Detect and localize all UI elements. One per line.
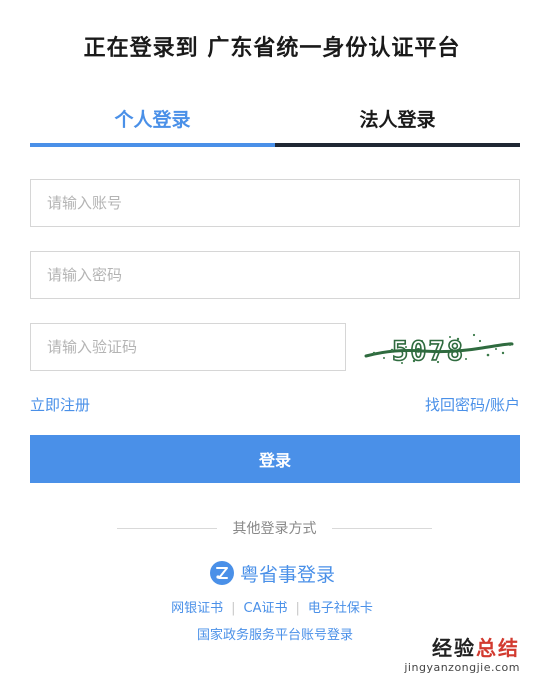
- recover-account-link[interactable]: 找回密码/账户: [425, 394, 520, 415]
- login-button[interactable]: 登录: [30, 435, 520, 483]
- password-input[interactable]: [30, 251, 520, 299]
- tab-personal-login[interactable]: 个人登录: [30, 100, 275, 143]
- active-tab-indicator: [30, 143, 275, 147]
- captcha-image[interactable]: 5078: [362, 323, 520, 371]
- captcha-input[interactable]: [30, 323, 346, 371]
- social-card-login-link[interactable]: 电子社保卡: [308, 601, 373, 616]
- watermark: 经验总结 jingyanzongjie.com: [404, 632, 520, 674]
- account-input[interactable]: [30, 179, 520, 227]
- captcha-text: 5078: [392, 336, 465, 367]
- yss-login-label: 粤省事登录: [240, 563, 336, 586]
- watermark-text-red: 总结: [476, 636, 520, 660]
- watermark-url: jingyanzongjie.com: [404, 661, 520, 674]
- register-link[interactable]: 立即注册: [30, 394, 90, 415]
- separator: |: [295, 601, 300, 616]
- divider-line-right: [332, 528, 432, 529]
- alt-login-methods: 网银证书 | CA证书 | 电子社保卡: [0, 597, 544, 616]
- yss-login-button[interactable]: 粤省事登录: [210, 559, 335, 587]
- divider-line-left: [117, 528, 217, 529]
- inactive-tab-indicator: [275, 143, 520, 147]
- tab-legal-login[interactable]: 法人登录: [275, 100, 520, 143]
- yss-logo-icon: [210, 561, 234, 585]
- page-title: 正在登录到 广东省统一身份认证平台: [83, 36, 461, 61]
- separator: |: [231, 601, 236, 616]
- captcha-graphic: 5078: [364, 333, 514, 368]
- other-login-label: 其他登录方式: [232, 521, 317, 537]
- watermark-text-black: 经验: [432, 636, 476, 660]
- login-tabs: 个人登录 法人登录: [30, 100, 520, 147]
- ca-cert-login-link[interactable]: CA证书: [244, 601, 288, 616]
- bank-cert-login-link[interactable]: 网银证书: [171, 601, 223, 616]
